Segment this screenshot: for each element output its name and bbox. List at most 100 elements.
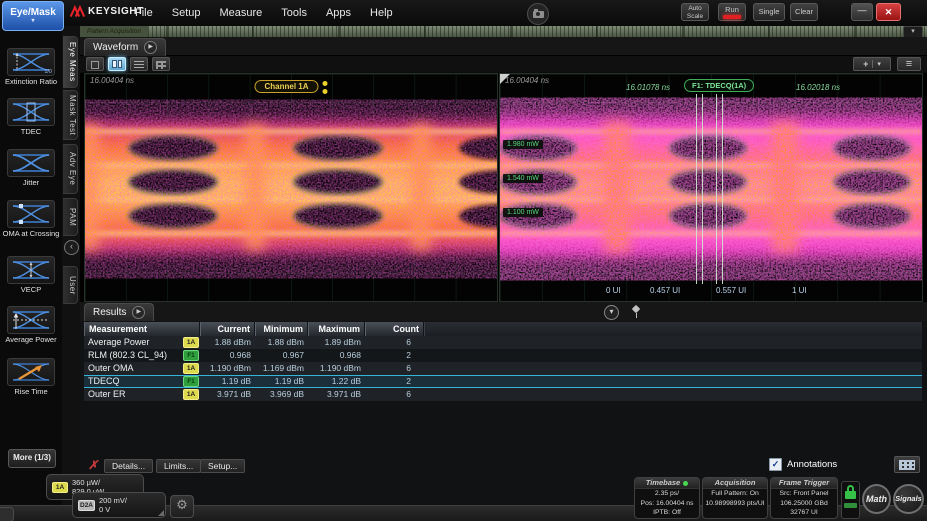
- current-value: 1.88 dBm: [200, 336, 255, 349]
- average-power-icon: [7, 306, 55, 334]
- results-table-header: Measurement Current Minimum Maximum Coun…: [84, 322, 922, 336]
- menu-apps[interactable]: Apps: [326, 7, 351, 19]
- extinction-ratio-icon-text: 1/0: [44, 69, 52, 75]
- minimize-button[interactable]: —: [851, 3, 873, 21]
- menu-setup[interactable]: Setup: [172, 7, 201, 19]
- layout-grid-button[interactable]: [152, 57, 170, 71]
- add-display-button[interactable]: + ▾: [853, 57, 891, 71]
- run-active-indicator: [723, 15, 741, 19]
- ui-axis-label: 0.457 UI: [650, 286, 680, 295]
- table-row-average-power[interactable]: Average Power 1A 1.88 dBm 1.88 dBm 1.89 …: [84, 336, 922, 349]
- frame-trigger-panel[interactable]: Frame Trigger Src: Front Panel 106.25000…: [770, 477, 838, 519]
- play-icon[interactable]: ▶: [144, 41, 157, 54]
- current-value: 0.968: [200, 349, 255, 362]
- tab-adv-eye[interactable]: Adv Eye: [63, 144, 78, 194]
- results-tabbar: Results ▶ ▾: [80, 302, 927, 321]
- table-row-outer-oma[interactable]: Outer OMA 1A 1.190 dBm 1.169 dBm 1.190 d…: [84, 362, 922, 375]
- keysight-spark-icon: [69, 5, 85, 18]
- current-value: 1.190 dBm: [200, 362, 255, 375]
- sidebar-item-vecp[interactable]: VECP: [0, 256, 62, 294]
- status-dot-icon: [683, 481, 688, 486]
- column-header-current[interactable]: Current: [200, 322, 255, 336]
- minimum-value: 1.88 dBm: [255, 336, 308, 349]
- source-badge: 1A: [183, 337, 199, 348]
- play-icon[interactable]: ▶: [132, 306, 145, 319]
- threshold-label: 1.100 mW: [503, 208, 543, 217]
- frame-trigger-ui-count: 32767 UI: [771, 508, 837, 518]
- layout-split-button[interactable]: [108, 57, 126, 71]
- acquisition-panel[interactable]: Acquisition Full Pattern: On 10.98998993…: [702, 477, 768, 519]
- collapse-results-button[interactable]: ▾: [604, 305, 619, 320]
- rise-time-icon: [7, 358, 55, 386]
- limits-button[interactable]: Limits...: [156, 459, 201, 473]
- menu-file[interactable]: File: [135, 7, 153, 19]
- current-value: 3.971 dB: [200, 388, 255, 401]
- annotations-toggle[interactable]: ✓ Annotations: [769, 458, 837, 471]
- keysight-logo: KEYSIGHT: [69, 5, 144, 18]
- channel-pill[interactable]: Channel 1A: [254, 80, 318, 93]
- menubar: File Setup Measure Tools Apps Help: [135, 0, 393, 26]
- signals-button[interactable]: Signals: [893, 484, 924, 514]
- sidebar-item-average-power[interactable]: Average Power: [0, 306, 62, 344]
- mode-selector-button[interactable]: Eye/Mask ▾: [2, 1, 64, 31]
- pin-icon[interactable]: [630, 305, 642, 318]
- math-button[interactable]: Math: [862, 484, 891, 514]
- table-row-outer-er[interactable]: Outer ER 1A 3.971 dB 3.969 dB 3.971 dB 6: [84, 388, 922, 401]
- sidebar-item-tdec[interactable]: TDEC: [0, 98, 62, 136]
- layout-rows-button[interactable]: [130, 57, 148, 71]
- annotations-checkbox[interactable]: ✓: [769, 458, 782, 471]
- results-tab-label: Results: [93, 307, 126, 318]
- column-header-filler: [424, 322, 922, 336]
- column-header-count[interactable]: Count: [365, 322, 424, 336]
- table-row-rlm[interactable]: RLM (802.3 CL_94) F1 0.968 0.967 0.968 2: [84, 349, 922, 362]
- sidebar-item-extinction-ratio[interactable]: 1/0 Extinction Ratio: [0, 48, 62, 86]
- frame-trigger-title-label: Frame Trigger: [779, 478, 829, 488]
- screenshot-button[interactable]: [527, 3, 549, 25]
- table-row-tdecq[interactable]: TDECQ F1 1.19 dB 1.19 dB 1.22 dB 2: [84, 375, 922, 388]
- annotations-label: Annotations: [787, 459, 837, 470]
- function-pill[interactable]: F1: TDECQ(1A): [684, 79, 754, 92]
- close-button[interactable]: ✕: [876, 3, 901, 21]
- eye-plot-channel[interactable]: 16.00404 ns Channel 1A: [84, 73, 498, 302]
- column-header-minimum[interactable]: Minimum: [255, 322, 308, 336]
- column-header-maximum[interactable]: Maximum: [308, 322, 365, 336]
- timebase-position: Pos: 16.00404 ns: [635, 499, 699, 509]
- more-measurements-button[interactable]: More (1/3): [8, 449, 56, 468]
- collapse-sidebar-button[interactable]: ‹: [64, 240, 79, 255]
- signal-badge-electrical[interactable]: D2A 200 mV/ 0 V: [72, 492, 166, 518]
- auto-scale-button[interactable]: Auto Scale: [681, 3, 709, 21]
- collapsed-panel-stub[interactable]: [0, 507, 14, 521]
- mode-selector-label: Eye/Mask: [10, 7, 56, 18]
- timebase-panel[interactable]: Timebase 2.35 ps/ Pos: 16.00404 ns IPTB:…: [634, 477, 700, 519]
- run-button[interactable]: Run: [718, 3, 746, 21]
- results-table: Measurement Current Minimum Maximum Coun…: [84, 322, 922, 401]
- settings-gear-button[interactable]: ⚙: [170, 495, 194, 518]
- measurement-name: Average Power: [84, 336, 183, 349]
- details-button[interactable]: Details...: [104, 459, 153, 473]
- sidebar-item-label: TDEC: [0, 128, 62, 136]
- single-button[interactable]: Single: [753, 3, 785, 21]
- tab-eye-meas[interactable]: Eye Meas: [63, 36, 78, 88]
- menu-measure[interactable]: Measure: [219, 7, 262, 19]
- table-layout-button[interactable]: [894, 456, 920, 473]
- measurement-name: TDECQ: [84, 376, 183, 387]
- display-menu-button[interactable]: ≡: [897, 57, 921, 71]
- pattern-acquisition-bar: Pattern Acquisition ▾: [80, 26, 927, 37]
- layout-single-button[interactable]: [86, 57, 104, 71]
- setup-button[interactable]: Setup...: [200, 459, 245, 473]
- tab-user[interactable]: User: [63, 266, 78, 304]
- tab-mask-test[interactable]: Mask Test: [63, 90, 78, 140]
- sidebar-item-rise-time[interactable]: Rise Time: [0, 358, 62, 396]
- column-header-measurement[interactable]: Measurement: [84, 322, 200, 336]
- tab-results[interactable]: Results ▶: [84, 303, 154, 321]
- menu-tools[interactable]: Tools: [281, 7, 307, 19]
- eye-plot-tdecq[interactable]: 16.00404 ns 16.01078 ns F1: TDECQ(1A) 16…: [499, 73, 923, 302]
- menu-help[interactable]: Help: [370, 7, 393, 19]
- sidebar-item-oma-at-crossing[interactable]: OMA at Crossing: [0, 200, 62, 238]
- sidebar-item-jitter[interactable]: Jitter: [0, 149, 62, 187]
- maximum-value: 3.971 dB: [308, 388, 365, 401]
- clear-button[interactable]: Clear: [790, 3, 818, 21]
- channel-label-group: Channel 1A: [254, 80, 327, 94]
- tab-pam[interactable]: PAM: [63, 198, 78, 236]
- tab-waveform[interactable]: Waveform ▶: [84, 38, 166, 56]
